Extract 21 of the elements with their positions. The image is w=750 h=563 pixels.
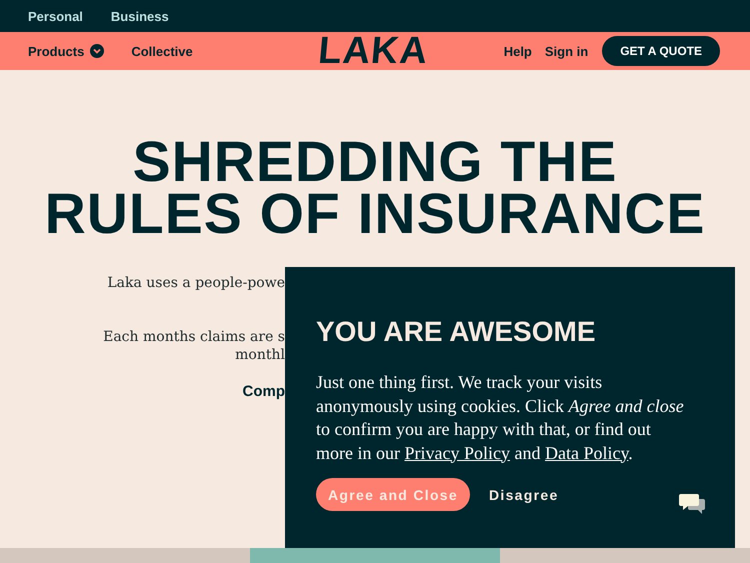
nav-link[interactable]: Help bbox=[504, 44, 532, 58]
products-menu[interactable]: Products bbox=[28, 44, 104, 58]
policy-link[interactable]: Data Policy bbox=[544, 442, 628, 462]
policy-link[interactable]: Privacy Policy bbox=[404, 442, 510, 462]
nav-link[interactable]: Sign in bbox=[544, 44, 588, 58]
nav-link[interactable]: Collective bbox=[131, 44, 193, 58]
hero-text: Laka uses a people-powe bbox=[107, 275, 285, 291]
top-nav-link[interactable]: Business bbox=[110, 8, 169, 24]
hero-text: Comp bbox=[242, 383, 285, 400]
disagree-button[interactable]: Disagree bbox=[488, 478, 559, 511]
logo[interactable]: LAKA bbox=[316, 32, 430, 70]
headline: RULES OF INSURANCE bbox=[44, 188, 706, 240]
hero-text: Each months claims are s bbox=[103, 329, 285, 345]
get-quote-button[interactable]: GET A QUOTE bbox=[602, 36, 720, 66]
top-nav-link[interactable]: Personal bbox=[28, 8, 83, 24]
dialog-title: YOU ARE AWESOME bbox=[316, 315, 597, 349]
dialog-text: Just one thing first. We track your visits anonymously using cookies. Click Agree and close to confirm you are happy with that, or find out more in our Privacy Policy and Data Policy. bbox=[316, 371, 685, 465]
chevron-down-icon bbox=[90, 44, 104, 58]
hero-text: monthl bbox=[235, 347, 285, 363]
chat-icon[interactable] bbox=[679, 493, 705, 515]
headline: SHREDDING THE bbox=[132, 136, 618, 188]
